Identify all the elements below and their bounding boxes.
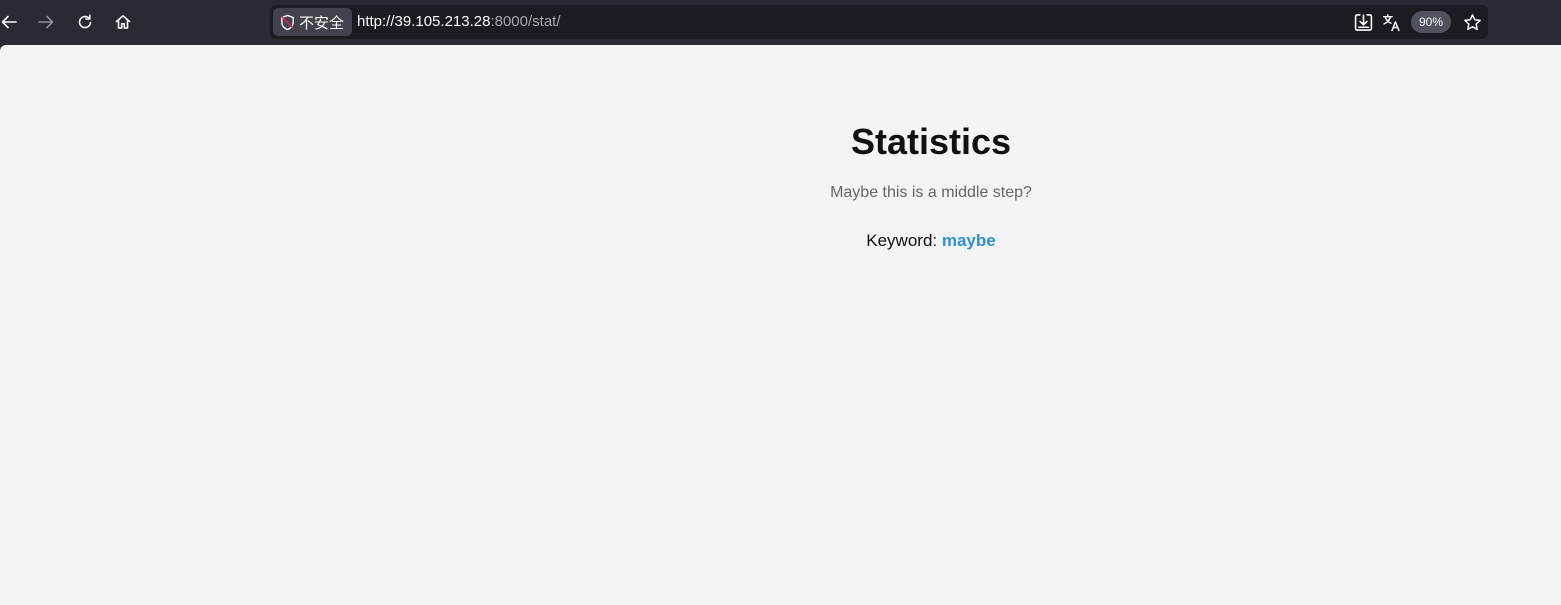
home-button[interactable] bbox=[108, 6, 138, 38]
security-indicator[interactable]: 不安全 bbox=[273, 8, 352, 36]
bookmark-button[interactable] bbox=[1462, 12, 1482, 32]
forward-icon bbox=[38, 15, 54, 29]
download-button[interactable] bbox=[1353, 12, 1373, 32]
reload-icon bbox=[78, 14, 92, 29]
reload-button[interactable] bbox=[70, 6, 100, 38]
bookmark-star-icon bbox=[1463, 13, 1481, 30]
keyword-label: Keyword: bbox=[866, 231, 942, 250]
page-subtitle: Maybe this is a middle step? bbox=[830, 184, 1032, 201]
url-text[interactable]: http://39.105.213.28:8000/stat/ bbox=[357, 13, 561, 30]
security-label: 不安全 bbox=[299, 13, 345, 32]
back-button[interactable] bbox=[0, 6, 24, 38]
zoom-level-badge[interactable]: 90% bbox=[1411, 11, 1452, 33]
browser-toolbar: 不安全 http://39.105.213.28:8000/stat/ 90% bbox=[0, 0, 1561, 45]
back-icon bbox=[1, 15, 17, 29]
url-host: http://39.105.213.28 bbox=[357, 13, 491, 30]
translate-icon bbox=[1382, 13, 1400, 31]
keyword-line: Keyword: maybe bbox=[631, 231, 1231, 251]
download-icon bbox=[1354, 13, 1372, 31]
translate-button[interactable] bbox=[1381, 12, 1401, 32]
page-viewport: Statistics Maybe this is a middle step? … bbox=[0, 45, 1561, 605]
keyword-link[interactable]: maybe bbox=[942, 231, 996, 250]
forward-button[interactable] bbox=[31, 6, 61, 38]
url-path: :8000/stat/ bbox=[490, 13, 561, 30]
home-icon bbox=[115, 15, 131, 29]
url-bar[interactable]: 不安全 http://39.105.213.28:8000/stat/ 90% bbox=[270, 5, 1488, 39]
page-title: Statistics bbox=[850, 121, 1012, 162]
insecure-shield-icon bbox=[281, 14, 294, 30]
